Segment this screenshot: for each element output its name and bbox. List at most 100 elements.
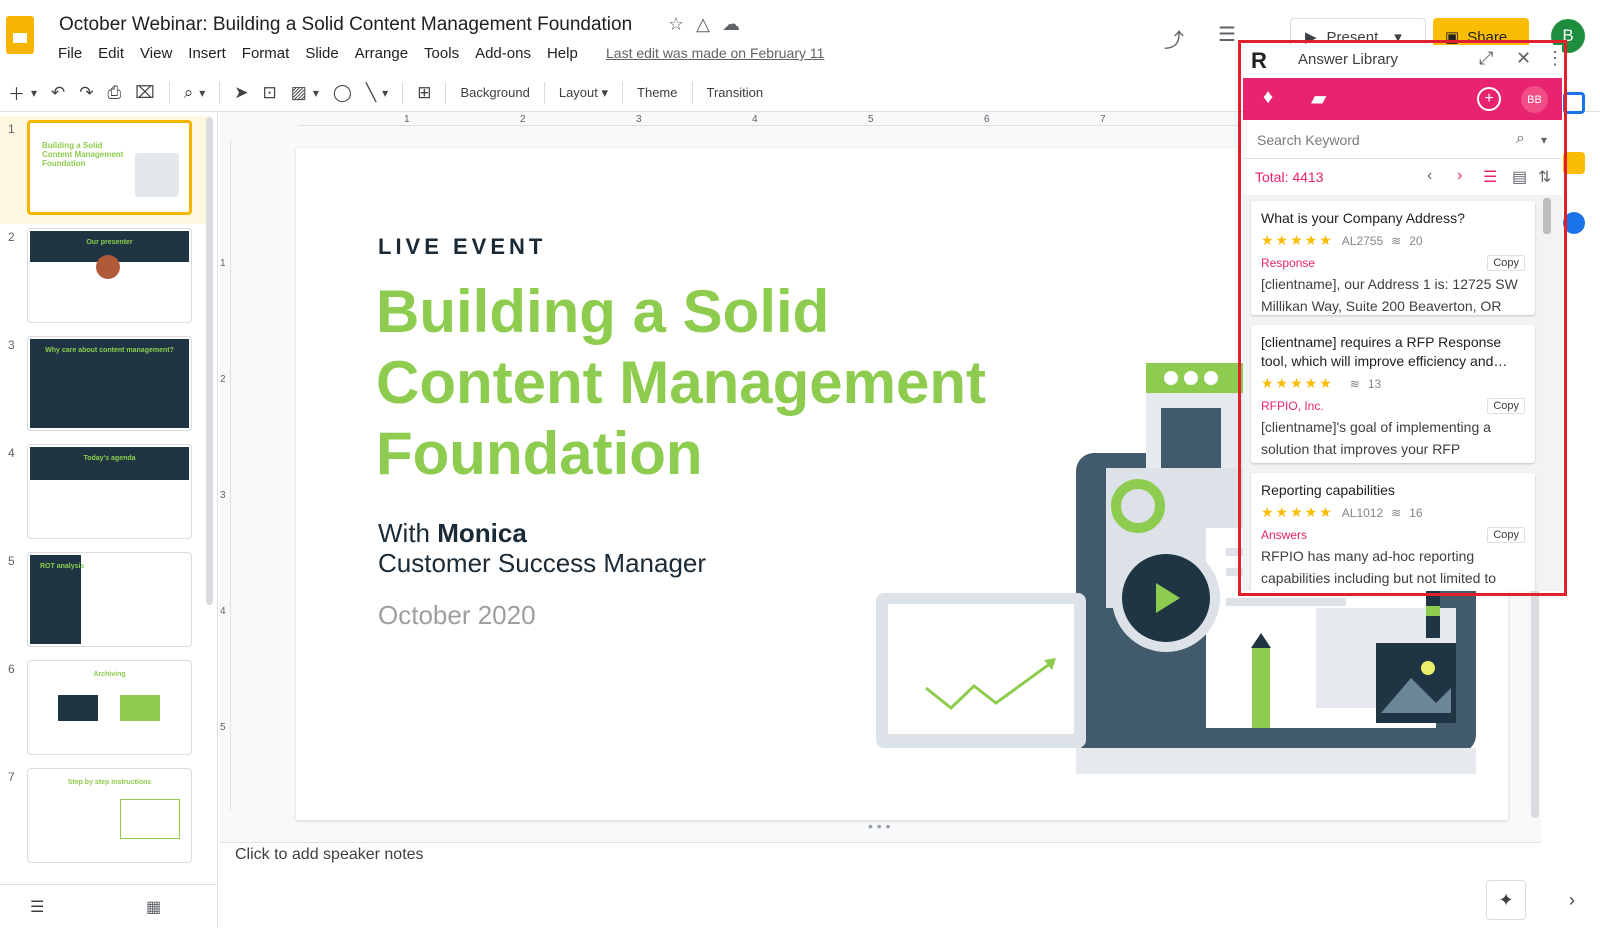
explore-icon[interactable]: ✦ — [1486, 880, 1526, 920]
search-bar: ⌕ ▾ — [1243, 121, 1562, 159]
rfpio-logo-icon: R — [1251, 48, 1267, 73]
usage-count-icon: ≋ — [1349, 376, 1360, 391]
horizontal-ruler: 1 2 3 4 5 6 7 — [298, 114, 1238, 126]
image-icon[interactable]: ▨ — [291, 83, 307, 103]
resize-handle-icon[interactable]: • • • — [868, 818, 890, 834]
usage-count-icon: ≋ — [1391, 233, 1402, 248]
answer-card[interactable]: [clientname] requires a RFP Response too… — [1251, 325, 1535, 463]
rating-stars: ★★★★★ — [1261, 232, 1334, 248]
slide-thumbnail-1[interactable]: 1 Building a Solid Content Management Fo… — [0, 116, 210, 224]
presenter-line[interactable]: With Monica — [378, 518, 527, 549]
slide-thumbnail-7[interactable]: 7 Step by step instructions — [0, 764, 210, 872]
chevron-left-icon[interactable]: ‹ — [1427, 167, 1432, 185]
menu-addons[interactable]: Add-ons — [475, 45, 531, 62]
folder-icon[interactable]: ▰ — [1311, 86, 1326, 111]
menu-insert[interactable]: Insert — [188, 45, 226, 62]
keep-icon[interactable] — [1563, 152, 1585, 174]
menu-edit[interactable]: Edit — [98, 45, 124, 62]
slide-thumbnail-4[interactable]: 4 Today's agenda — [0, 440, 210, 548]
filmstrip-view-icon[interactable]: ☰ — [30, 897, 44, 917]
comment-icon[interactable]: ⊞ — [417, 83, 431, 103]
close-icon[interactable]: ✕ — [1516, 48, 1531, 69]
slide-thumbnail-5[interactable]: 5 ROT analysis — [0, 548, 210, 656]
move-to-drive-icon[interactable]: △ — [696, 14, 710, 35]
rating-stars: ★★★★★ — [1261, 504, 1334, 520]
menu-tools[interactable]: Tools — [424, 45, 459, 62]
search-input[interactable] — [1251, 127, 1511, 153]
document-title[interactable]: October Webinar: Building a Solid Conten… — [59, 14, 632, 36]
layout-button[interactable]: Layout ▾ — [559, 85, 608, 101]
copy-button[interactable]: Copy — [1487, 255, 1525, 271]
chevron-down-icon[interactable]: ▾ — [1541, 133, 1547, 147]
slide-date[interactable]: October 2020 — [378, 600, 536, 631]
zoom-icon[interactable]: ⌕ — [184, 83, 194, 103]
chevron-right-icon[interactable]: › — [1457, 167, 1462, 185]
answer-list: What is your Company Address? ★★★★★ AL27… — [1243, 195, 1562, 591]
user-initials-avatar[interactable]: BB — [1521, 86, 1548, 113]
sort-icon[interactable]: ⇅ — [1538, 167, 1551, 187]
presenter-role[interactable]: Customer Success Manager — [378, 548, 706, 579]
lightbulb-icon[interactable]: ♦ — [1263, 86, 1273, 109]
activity-trend-icon[interactable]: ⤴ — [1164, 24, 1184, 53]
copy-button[interactable]: Copy — [1487, 527, 1525, 543]
theme-button[interactable]: Theme — [637, 85, 677, 100]
add-icon[interactable]: + — [1477, 87, 1501, 111]
redo-icon[interactable]: ↷ — [79, 83, 93, 103]
list-view-icon[interactable]: ☰ — [1483, 167, 1497, 187]
calendar-icon[interactable] — [1563, 92, 1585, 114]
menu-format[interactable]: Format — [242, 45, 290, 62]
tasks-icon[interactable] — [1563, 212, 1585, 234]
drag-handle-icon[interactable]: ⋮ — [1546, 48, 1562, 69]
rating-stars: ★★★★★ — [1261, 375, 1334, 391]
menu-slide[interactable]: Slide — [305, 45, 338, 62]
star-icon[interactable]: ☆ — [668, 14, 684, 35]
document-icon[interactable]: ▤ — [1512, 167, 1527, 187]
panel-action-bar: ♦ ▰ + BB — [1243, 78, 1562, 120]
slide-thumbnail-3[interactable]: 3 Why care about content management? — [0, 332, 210, 440]
chevron-right-icon[interactable]: › — [1569, 890, 1575, 911]
menu-bar: File Edit View Insert Format Slide Arran… — [58, 45, 578, 62]
chevron-down-icon[interactable]: ▾ — [382, 86, 388, 100]
speaker-notes-placeholder[interactable]: Click to add speaker notes — [235, 846, 424, 864]
comments-icon[interactable]: ☰ — [1218, 22, 1236, 47]
chevron-down-icon[interactable]: ▾ — [313, 86, 319, 100]
answer-card[interactable]: What is your Company Address? ★★★★★ AL27… — [1251, 201, 1535, 315]
expand-icon[interactable]: ⤢ — [1479, 48, 1493, 69]
background-button[interactable]: Background — [460, 85, 529, 100]
slide-thumbnail-6[interactable]: 6 Archiving — [0, 656, 210, 764]
panel-title: Answer Library — [1298, 51, 1399, 68]
lock-icon: ▣ — [1445, 29, 1460, 46]
chevron-down-icon[interactable]: ▾ — [1394, 28, 1402, 46]
paint-format-icon[interactable]: ⌧ — [135, 83, 155, 103]
transition-button[interactable]: Transition — [707, 85, 764, 100]
present-icon: ▶ — [1305, 29, 1317, 46]
answer-card[interactable]: Reporting capabilities ★★★★★ AL1012 ≋ 16… — [1251, 473, 1535, 591]
filmstrip-scrollbar[interactable] — [206, 117, 213, 605]
menu-arrange[interactable]: Arrange — [355, 45, 408, 62]
answer-list-scrollbar[interactable] — [1541, 195, 1553, 591]
menu-view[interactable]: View — [140, 45, 172, 62]
print-icon[interactable]: ⎙ — [108, 83, 122, 103]
slide-thumbnail-2[interactable]: 2 Our presenter — [0, 224, 210, 332]
undo-icon[interactable]: ↶ — [51, 83, 65, 103]
vertical-ruler: 1 2 3 4 5 — [219, 140, 231, 810]
answer-library-panel: R Answer Library ⤢ ✕ ⋮ ♦ ▰ + BB ⌕ ▾ Tota… — [1243, 45, 1562, 591]
slide-eyebrow[interactable]: LIVE EVENT — [378, 234, 546, 260]
menu-file[interactable]: File — [58, 45, 82, 62]
select-cursor-icon[interactable]: ➤ — [234, 83, 248, 103]
usage-count-icon: ≋ — [1391, 505, 1402, 520]
cloud-status-icon[interactable]: ☁ — [722, 14, 740, 35]
grid-view-icon[interactable]: ▦ — [146, 897, 161, 917]
new-slide-icon[interactable]: ＋ — [8, 80, 25, 105]
text-box-icon[interactable]: ⊡ — [263, 83, 277, 103]
total-count: Total: 4413 — [1255, 169, 1324, 185]
chevron-down-icon[interactable]: ▾ — [199, 86, 205, 100]
last-edit-link[interactable]: Last edit was made on February 11 — [606, 45, 824, 61]
slides-logo[interactable] — [6, 16, 34, 54]
chevron-down-icon[interactable]: ▾ — [31, 86, 37, 100]
shape-icon[interactable]: ◯ — [333, 83, 352, 103]
search-icon[interactable]: ⌕ — [1516, 130, 1525, 148]
menu-help[interactable]: Help — [547, 45, 578, 62]
copy-button[interactable]: Copy — [1487, 398, 1525, 414]
line-icon[interactable]: ╲ — [366, 83, 376, 103]
